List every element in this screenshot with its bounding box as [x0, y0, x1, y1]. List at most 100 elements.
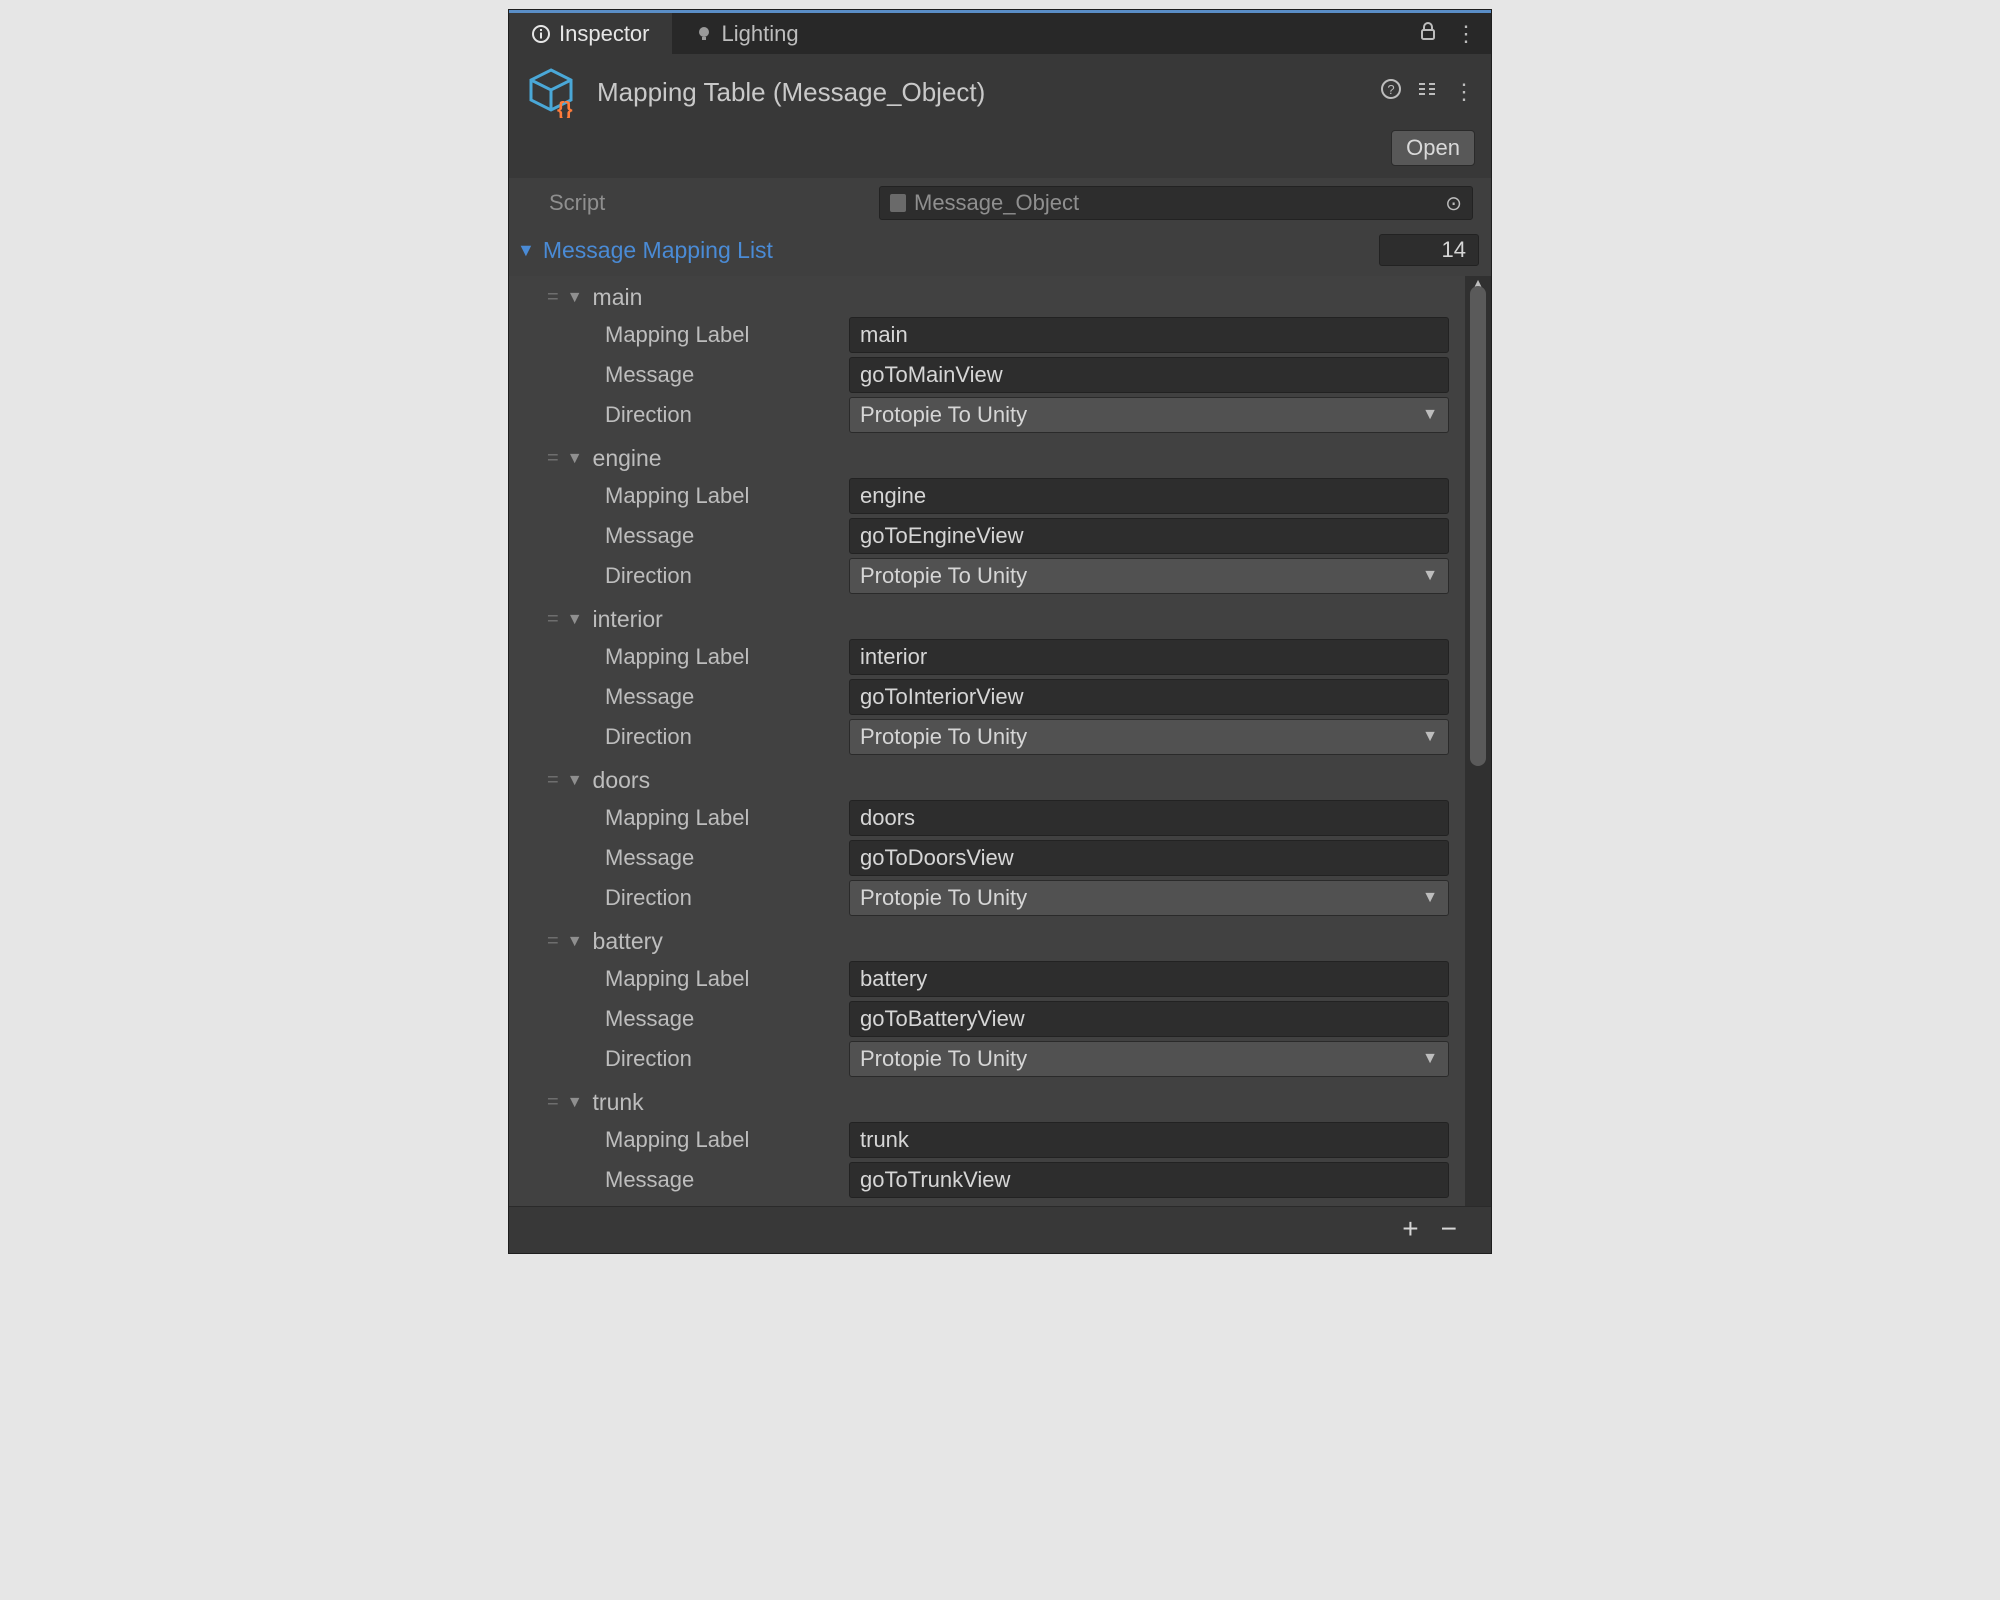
property-label: Direction	[605, 402, 839, 428]
message-input[interactable]	[849, 1162, 1449, 1198]
script-file-icon	[890, 194, 906, 212]
list-header[interactable]: ▼ Message Mapping List 14	[509, 228, 1491, 276]
component-header: {} Mapping Table (Message_Object) ? ⋮ Op…	[509, 54, 1491, 178]
property-label: Message	[605, 684, 839, 710]
drag-handle-icon[interactable]: =	[547, 930, 557, 953]
foldout-arrow-icon[interactable]: ▼	[517, 240, 535, 261]
script-label: Script	[549, 190, 869, 216]
mapping_label-input[interactable]	[849, 961, 1449, 997]
property-label: Message	[605, 1167, 839, 1193]
message-input[interactable]	[849, 357, 1449, 393]
chevron-down-icon: ▼	[1422, 567, 1438, 585]
message-input[interactable]	[849, 679, 1449, 715]
message-input[interactable]	[849, 840, 1449, 876]
drag-handle-icon[interactable]: =	[547, 608, 557, 631]
property-row-mapping_label: Mapping Label	[509, 476, 1465, 516]
svg-text:{}: {}	[557, 99, 573, 118]
tab-bar-actions: ⋮	[1419, 13, 1491, 54]
drag-handle-icon[interactable]: =	[547, 1091, 557, 1114]
property-row-direction: DirectionProtopie To Unity▼	[509, 717, 1465, 757]
chevron-down-icon: ▼	[1422, 889, 1438, 907]
mapping_label-input[interactable]	[849, 478, 1449, 514]
direction-dropdown[interactable]: Protopie To Unity▼	[849, 397, 1449, 433]
item-header[interactable]: =▼main	[509, 280, 1465, 315]
foldout-arrow-icon[interactable]: ▼	[567, 611, 583, 629]
property-row-message: Message	[509, 677, 1465, 717]
list-item: =▼mainMapping LabelMessageDirectionProto…	[509, 280, 1465, 435]
direction-dropdown[interactable]: Protopie To Unity▼	[849, 719, 1449, 755]
item-header[interactable]: =▼engine	[509, 441, 1465, 476]
script-field[interactable]: Message_Object	[879, 186, 1473, 220]
property-label: Mapping Label	[605, 966, 839, 992]
chevron-down-icon: ▼	[1422, 728, 1438, 746]
scroll-thumb[interactable]	[1470, 286, 1486, 766]
property-label: Mapping Label	[605, 644, 839, 670]
message-input[interactable]	[849, 1001, 1449, 1037]
property-row-direction: Direction Protopie To Unity▼	[509, 878, 1465, 918]
item-name: battery	[593, 928, 663, 955]
scrollbar[interactable]: ▴	[1465, 276, 1491, 1206]
list-body: =▼mainMapping LabelMessageDirectionProto…	[509, 276, 1465, 1206]
property-label: Direction	[605, 1046, 839, 1072]
dropdown-value: Protopie To Unity	[860, 402, 1027, 428]
item-header[interactable]: =▼doors	[509, 763, 1465, 798]
list-title: Message Mapping List	[543, 237, 1371, 264]
property-label: Message	[605, 523, 839, 549]
mapping_label-input[interactable]	[849, 800, 1449, 836]
property-label: Direction	[605, 563, 839, 589]
message-input[interactable]	[849, 518, 1449, 554]
direction-dropdown[interactable]: Protopie To Unity▼	[849, 1041, 1449, 1077]
property-row-direction: Direction Protopie To Unity▼	[509, 395, 1465, 435]
list-item: = ▼ interior Mapping Label Message DirectionP…	[509, 602, 1465, 757]
mapping_label-input[interactable]	[849, 1122, 1449, 1158]
tab-bar: Inspector Lighting ⋮	[509, 10, 1491, 54]
list-footer: + −	[509, 1206, 1491, 1253]
drag-handle-icon[interactable]: =	[547, 769, 557, 792]
tab-inspector[interactable]: Inspector	[509, 13, 672, 54]
foldout-arrow-icon[interactable]: ▼	[567, 933, 583, 951]
item-name: trunk	[593, 1089, 644, 1116]
direction-dropdown[interactable]: Protopie To Unity▼	[849, 880, 1449, 916]
property-label: Direction	[605, 885, 839, 911]
list-item: =▼doorsMapping LabelMessageDirectionProt…	[509, 763, 1465, 918]
item-header[interactable]: = ▼ battery	[509, 924, 1465, 959]
object-picker-icon[interactable]	[1445, 191, 1462, 216]
component-menu-icon[interactable]: ⋮	[1453, 79, 1475, 105]
property-row-mapping_label: Mapping Label	[509, 798, 1465, 838]
info-icon	[531, 24, 551, 44]
script-row: Script Message_Object	[509, 178, 1491, 228]
list-count[interactable]: 14	[1379, 234, 1479, 266]
foldout-arrow-icon[interactable]: ▼	[567, 289, 583, 307]
list-area: =▼mainMapping LabelMessageDirectionProto…	[509, 276, 1491, 1206]
property-label: Mapping Label	[605, 483, 839, 509]
item-header[interactable]: = ▼ trunk	[509, 1085, 1465, 1120]
property-row-mapping_label: Mapping Label	[509, 315, 1465, 355]
lock-icon[interactable]	[1419, 21, 1437, 47]
help-icon[interactable]: ?	[1381, 79, 1401, 105]
foldout-arrow-icon[interactable]: ▼	[567, 450, 583, 468]
svg-text:?: ?	[1387, 82, 1394, 97]
mapping_label-input[interactable]	[849, 317, 1449, 353]
list-item: =▼engineMapping LabelMessageDirectionPro…	[509, 441, 1465, 596]
property-row-mapping_label: Mapping Label	[509, 1120, 1465, 1160]
foldout-arrow-icon[interactable]: ▼	[567, 772, 583, 790]
tab-lighting[interactable]: Lighting	[672, 13, 821, 54]
lightbulb-icon	[694, 24, 714, 44]
property-label: Message	[605, 362, 839, 388]
drag-handle-icon[interactable]: =	[547, 286, 557, 309]
inspector-panel: Inspector Lighting ⋮ {}	[509, 10, 1491, 1253]
property-row-message: Message	[509, 516, 1465, 556]
remove-item-button[interactable]: −	[1441, 1213, 1457, 1245]
dropdown-value: Protopie To Unity	[860, 1046, 1027, 1072]
preset-icon[interactable]	[1417, 79, 1437, 105]
tab-lighting-label: Lighting	[722, 21, 799, 47]
item-header[interactable]: = ▼ interior	[509, 602, 1465, 637]
item-name: interior	[593, 606, 663, 633]
open-button[interactable]: Open	[1391, 130, 1475, 166]
foldout-arrow-icon[interactable]: ▼	[567, 1094, 583, 1112]
add-item-button[interactable]: +	[1402, 1213, 1418, 1245]
mapping_label-input[interactable]	[849, 639, 1449, 675]
direction-dropdown[interactable]: Protopie To Unity▼	[849, 558, 1449, 594]
drag-handle-icon[interactable]: =	[547, 447, 557, 470]
tab-menu-icon[interactable]: ⋮	[1455, 21, 1477, 47]
